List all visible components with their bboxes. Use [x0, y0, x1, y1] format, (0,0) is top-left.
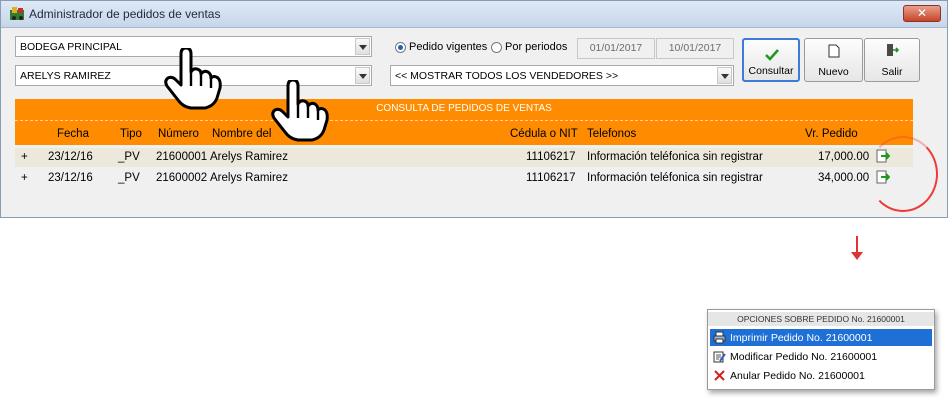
- menu-item-cancel[interactable]: Anular Pedido No. 21600001: [710, 367, 932, 384]
- grid-caption: CONSULTA DE PEDIDOS DE VENTAS: [376, 103, 552, 114]
- cell-vr-pedido: 17,000.00: [818, 151, 870, 163]
- col-nombre[interactable]: Nombre del: [212, 128, 271, 140]
- cell-cedula: 11106217: [526, 172, 576, 184]
- app-icon: [10, 7, 24, 20]
- salir-label: Salir: [881, 66, 903, 78]
- new-document-icon: [828, 44, 840, 58]
- vendor-select[interactable]: << MOSTRAR TODOS LOS VENDEDORES >>: [390, 65, 734, 86]
- salir-button[interactable]: Salir: [864, 38, 920, 82]
- pointer-hand-icon: [164, 48, 222, 110]
- consultar-label: Consultar: [748, 65, 794, 77]
- cell-nombre: Arelys Ramirez: [210, 151, 288, 163]
- col-vr-pedido[interactable]: Vr. Pedido: [805, 128, 858, 140]
- table-row[interactable]: + 23/12/16 _PV 21600002 Arelys Ramirez 1…: [15, 169, 913, 188]
- cancel-x-icon: [714, 370, 725, 381]
- cell-telefonos: Información teléfonica sin registrar: [587, 151, 763, 163]
- date-to-field[interactable]: 10/01/2017: [656, 38, 734, 59]
- window-title: Administrador de pedidos de ventas: [29, 7, 221, 21]
- menu-item-label: Anular Pedido No. 21600001: [730, 370, 865, 382]
- client-value: ARELYS RAMIREZ: [20, 70, 111, 82]
- down-arrow-icon: [851, 236, 863, 260]
- edit-icon: [713, 351, 726, 363]
- menu-caption: OPCIONES SOBRE PEDIDO No. 21600001: [708, 312, 934, 326]
- cell-cedula: 11106217: [526, 151, 576, 163]
- radio-vigentes[interactable]: [395, 42, 406, 53]
- check-icon: [765, 49, 779, 61]
- orders-grid-header: CONSULTA DE PEDIDOS DE VENTAS Fecha Tipo…: [15, 99, 913, 145]
- radio-periodos[interactable]: [491, 42, 502, 53]
- date-from-field[interactable]: 01/01/2017: [577, 38, 655, 59]
- cell-numero: 21600002: [156, 172, 208, 184]
- chevron-down-icon[interactable]: [355, 67, 370, 84]
- col-telefonos[interactable]: Telefonos: [587, 128, 636, 140]
- cell-vr-pedido: 34,000.00: [818, 172, 870, 184]
- col-cedula[interactable]: Cédula o NIT: [510, 128, 578, 140]
- pointer-hand-icon: [271, 80, 329, 142]
- cell-fecha: 23/12/16: [48, 172, 93, 184]
- menu-item-modify[interactable]: Modificar Pedido No. 21600001: [710, 348, 932, 365]
- col-tipo[interactable]: Tipo: [120, 128, 142, 140]
- close-button[interactable]: ✕: [903, 5, 941, 22]
- table-row[interactable]: + 23/12/16 _PV 21600001 Arelys Ramirez 1…: [15, 148, 913, 167]
- menu-item-label: Modificar Pedido No. 21600001: [730, 351, 878, 363]
- title-bar: Administrador de pedidos de ventas ✕: [1, 1, 947, 28]
- cell-fecha: 23/12/16: [48, 151, 93, 163]
- cell-tipo: _PV: [118, 172, 140, 184]
- printer-icon: [713, 331, 726, 344]
- col-fecha[interactable]: Fecha: [57, 128, 89, 140]
- warehouse-value: BODEGA PRINCIPAL: [20, 41, 122, 53]
- chevron-down-icon[interactable]: [717, 67, 732, 84]
- chevron-down-icon[interactable]: [355, 38, 370, 55]
- radio-periodos-label: Por periodos: [505, 41, 568, 53]
- menu-item-label: Imprimir Pedido No. 21600001: [730, 332, 873, 344]
- consultar-button[interactable]: Consultar: [742, 38, 800, 82]
- nuevo-button[interactable]: Nuevo: [804, 38, 863, 82]
- nuevo-label: Nuevo: [818, 66, 849, 78]
- vendor-value: << MOSTRAR TODOS LOS VENDEDORES >>: [395, 70, 619, 82]
- expand-plus[interactable]: +: [21, 172, 28, 184]
- orders-window: Administrador de pedidos de ventas ✕ BOD…: [0, 0, 948, 218]
- cell-telefonos: Información teléfonica sin registrar: [587, 172, 763, 184]
- col-numero[interactable]: Número: [158, 128, 199, 140]
- order-options-menu: OPCIONES SOBRE PEDIDO No. 21600001 Impri…: [707, 309, 935, 390]
- cell-nombre: Arelys Ramirez: [210, 172, 288, 184]
- cell-tipo: _PV: [118, 151, 140, 163]
- exit-door-icon: [887, 44, 899, 56]
- radio-vigentes-label: Pedido vigentes: [409, 41, 488, 53]
- menu-item-print[interactable]: Imprimir Pedido No. 21600001: [710, 329, 932, 346]
- expand-plus[interactable]: +: [21, 151, 28, 163]
- highlight-circle: [868, 136, 938, 212]
- cell-numero: 21600001: [156, 151, 208, 163]
